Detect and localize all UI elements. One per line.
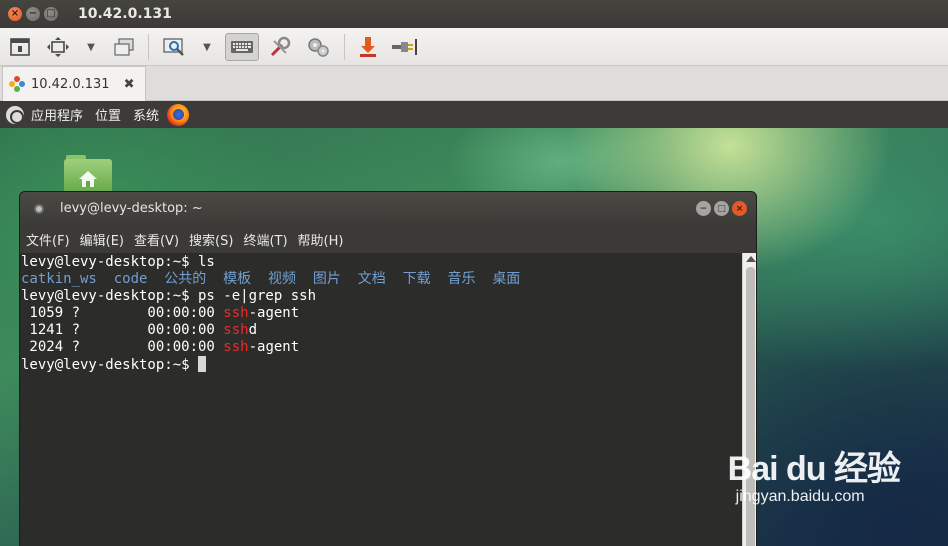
ls-item: 视频 bbox=[268, 271, 297, 287]
window-minimize-button[interactable]: − bbox=[26, 7, 40, 21]
process-name: d bbox=[248, 322, 258, 338]
grep-match: ssh bbox=[223, 339, 249, 355]
terminal-line: levy@levy-desktop:~$ ls bbox=[21, 254, 742, 271]
terminal-output[interactable]: levy@levy-desktop:~$ ls catkin_ws code 公… bbox=[20, 253, 742, 546]
terminal-minimize-button[interactable]: − bbox=[696, 201, 711, 216]
window-titlebar: × − □ 10.42.0.131 bbox=[0, 0, 948, 28]
tab-close-icon[interactable]: ✖ bbox=[124, 77, 135, 92]
terminal-menubar: 文件(F) 编辑(E) 查看(V) 搜索(S) 终端(T) 帮助(H) bbox=[20, 225, 756, 253]
process-name: -agent bbox=[248, 305, 300, 321]
ls-item: 音乐 bbox=[447, 271, 476, 287]
ls-item: 桌面 bbox=[492, 271, 521, 287]
top-panel: 应用程序 位置 系统 bbox=[0, 101, 948, 128]
grep-match: ssh bbox=[223, 305, 249, 321]
ls-item: code bbox=[113, 271, 148, 287]
window-maximize-button[interactable]: □ bbox=[44, 7, 58, 21]
process-info: 1059 ? 00:00:00 bbox=[21, 305, 224, 321]
ls-item: 公共的 bbox=[164, 271, 207, 287]
remote-desktop[interactable]: 应用程序 位置 系统 levy@levy-desktop: ~ − □ × 文件… bbox=[0, 101, 948, 546]
terminal-title: levy@levy-desktop: ~ bbox=[60, 201, 203, 216]
connection-icon bbox=[9, 76, 25, 92]
menu-places[interactable]: 位置 bbox=[95, 105, 121, 124]
menu-search[interactable]: 搜索(S) bbox=[189, 230, 233, 249]
terminal-line: levy@levy-desktop:~$ ps -e|grep ssh bbox=[21, 288, 742, 305]
windows-icon[interactable] bbox=[110, 33, 138, 61]
process-info: 1241 ? 00:00:00 bbox=[21, 322, 224, 338]
command: ls bbox=[189, 254, 215, 270]
terminal-line: 2024 ? 00:00:00 ssh-agent bbox=[21, 339, 742, 356]
fullscreen-icon[interactable] bbox=[6, 33, 34, 61]
plug-icon[interactable] bbox=[390, 33, 418, 61]
menu-help[interactable]: 帮助(H) bbox=[298, 230, 344, 249]
terminal-line: levy@levy-desktop:~$ bbox=[21, 356, 742, 373]
download-icon[interactable] bbox=[354, 33, 382, 61]
terminal-close-button[interactable]: × bbox=[732, 201, 747, 216]
tab-bar: 10.42.0.131 ✖ bbox=[0, 66, 948, 101]
menu-view[interactable]: 查看(V) bbox=[134, 230, 179, 249]
menu-edit[interactable]: 编辑(E) bbox=[80, 230, 124, 249]
watermark-url: jingyan.baidu.com bbox=[735, 488, 865, 505]
prompt: levy@levy-desktop:~$ bbox=[21, 254, 190, 270]
zoom-icon[interactable] bbox=[160, 33, 188, 61]
process-info: 2024 ? 00:00:00 bbox=[21, 339, 224, 355]
toolbar-separator bbox=[344, 34, 345, 60]
menu-system[interactable]: 系统 bbox=[133, 105, 159, 124]
tools-icon[interactable] bbox=[266, 33, 294, 61]
terminal-line: 1241 ? 00:00:00 sshd bbox=[21, 322, 742, 339]
firefox-icon[interactable] bbox=[167, 103, 190, 126]
terminal-line: catkin_ws code 公共的 模板 视频 图片 文档 下载 音乐 桌面 bbox=[21, 271, 742, 288]
terminal-titlebar: levy@levy-desktop: ~ − □ × bbox=[20, 192, 756, 225]
toolbar-separator bbox=[148, 34, 149, 60]
ubuntu-logo-icon[interactable] bbox=[6, 105, 24, 124]
text-cursor bbox=[198, 356, 207, 372]
process-name: -agent bbox=[248, 339, 300, 355]
terminal-maximize-button[interactable]: □ bbox=[714, 201, 729, 216]
menu-terminal[interactable]: 终端(T) bbox=[243, 230, 287, 249]
ls-item: 图片 bbox=[312, 271, 341, 287]
home-folder-icon[interactable] bbox=[64, 155, 112, 193]
scroll-up-icon[interactable] bbox=[746, 256, 756, 262]
terminal-icon bbox=[34, 203, 44, 214]
prompt: levy@levy-desktop:~$ bbox=[21, 288, 190, 304]
command: ps -e|grep ssh bbox=[189, 288, 317, 304]
baidu-watermark: Bai du 经验 jingyan.baidu.com bbox=[727, 441, 901, 506]
ls-item: 文档 bbox=[357, 271, 386, 287]
ls-item: 下载 bbox=[402, 271, 431, 287]
chevron-down-icon[interactable]: ▼ bbox=[200, 33, 214, 61]
window-close-button[interactable]: × bbox=[8, 7, 22, 21]
terminal-line: 1059 ? 00:00:00 ssh-agent bbox=[21, 305, 742, 322]
watermark-brand: Bai du 经验 bbox=[727, 450, 901, 488]
keyboard-icon[interactable] bbox=[225, 33, 259, 61]
toolbar: ▼ ▼ bbox=[0, 28, 948, 66]
prompt: levy@levy-desktop:~$ bbox=[21, 357, 190, 373]
settings-icon[interactable] bbox=[304, 33, 332, 61]
tab-label: 10.42.0.131 bbox=[31, 76, 110, 92]
window-title: 10.42.0.131 bbox=[78, 6, 172, 22]
resize-icon[interactable] bbox=[44, 33, 72, 61]
tab-connection[interactable]: 10.42.0.131 ✖ bbox=[2, 66, 146, 101]
grep-match: ssh bbox=[223, 322, 249, 338]
ls-item: catkin_ws bbox=[21, 271, 97, 287]
menu-file[interactable]: 文件(F) bbox=[26, 230, 70, 249]
terminal-window[interactable]: levy@levy-desktop: ~ − □ × 文件(F) 编辑(E) 查… bbox=[19, 191, 757, 546]
chevron-down-icon[interactable]: ▼ bbox=[84, 33, 98, 61]
ls-item: 模板 bbox=[223, 271, 252, 287]
menu-applications[interactable]: 应用程序 bbox=[31, 105, 83, 124]
